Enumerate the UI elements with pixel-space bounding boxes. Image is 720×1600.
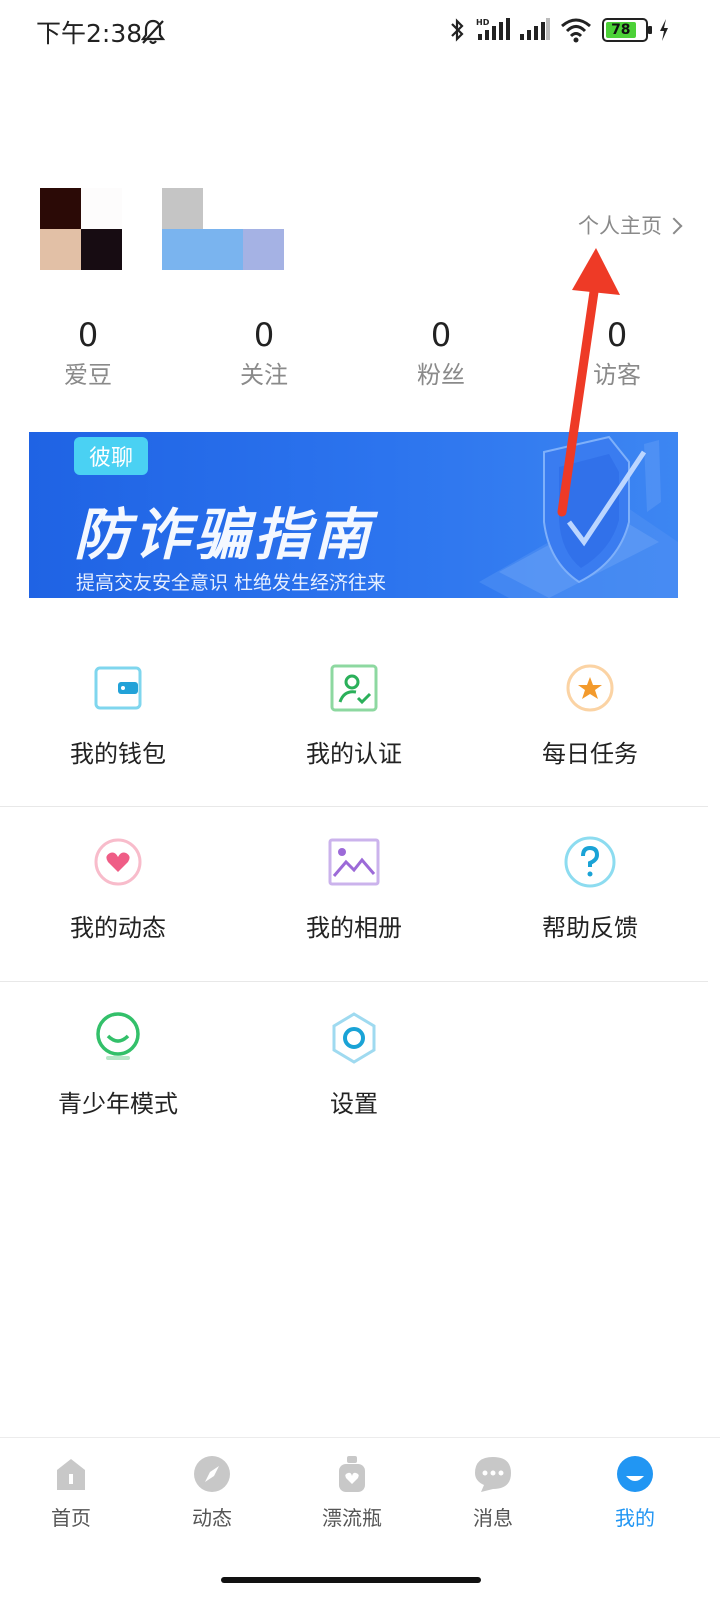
home-icon (57, 1459, 85, 1490)
stat-label: 关注 (240, 361, 288, 389)
help-icon (564, 836, 616, 888)
stat-label: 爱豆 (64, 361, 112, 389)
battery-level: 78 (606, 22, 636, 38)
status-icons: HD 78 (448, 16, 670, 44)
tab-label: 首页 (51, 1506, 91, 1530)
divider (0, 981, 708, 982)
charging-icon (660, 19, 668, 41)
menu-label: 我的动态 (70, 914, 166, 942)
stat-value: 0 (606, 316, 628, 354)
shield-illustration (479, 435, 678, 598)
stat-value: 0 (430, 316, 452, 354)
menu-label: 我的认证 (306, 740, 402, 768)
menu-item-wallet[interactable]: 我的钱包 (0, 660, 236, 769)
menu-label: 帮助反馈 (542, 914, 638, 942)
tab-messages[interactable]: 消息 (443, 1454, 543, 1531)
compass-icon (194, 1456, 230, 1492)
bottle-icon (339, 1456, 365, 1492)
menu-label: 青少年模式 (58, 1090, 178, 1118)
menu-item-help[interactable]: 帮助反馈 (472, 834, 708, 943)
homepage-link-label: 个人主页 (578, 214, 662, 238)
stat-following[interactable]: 0 关注 (204, 315, 324, 395)
homepage-link[interactable]: 个人主页 (578, 210, 683, 240)
anti-fraud-banner[interactable]: 彼聊 防诈骗指南 提高交友安全意识 杜绝发生经济往来 (29, 432, 678, 598)
menu-label: 每日任务 (542, 740, 638, 768)
stats-row: 0 爱豆 0 关注 0 粉丝 0 访客 (0, 315, 720, 395)
profile-icon (617, 1456, 653, 1492)
bottom-tab-bar: 首页 动态 漂流瓶 消息 我的 (0, 1437, 720, 1600)
signal-hd-icon: HD (476, 18, 510, 40)
stat-value: 0 (77, 316, 99, 354)
chevron-right-icon (665, 217, 683, 234)
menu-item-verify[interactable]: 我的认证 (236, 660, 472, 769)
tab-profile[interactable]: 我的 (585, 1454, 685, 1531)
tab-label: 漂流瓶 (322, 1506, 382, 1530)
stat-value: 0 (253, 316, 275, 354)
menu-item-my-posts[interactable]: 我的动态 (0, 834, 236, 943)
stat-idol[interactable]: 0 爱豆 (28, 315, 148, 395)
album-icon (328, 838, 380, 886)
youth-mode-icon (96, 1012, 140, 1060)
tab-bottle[interactable]: 漂流瓶 (302, 1454, 402, 1531)
menu-item-album[interactable]: 我的相册 (236, 834, 472, 943)
home-indicator[interactable] (221, 1577, 481, 1583)
signal-icon (520, 18, 550, 40)
tab-home[interactable]: 首页 (21, 1454, 121, 1531)
heart-icon (94, 838, 142, 886)
tab-label: 我的 (615, 1506, 655, 1530)
stat-fans[interactable]: 0 粉丝 (381, 315, 501, 395)
mute-icon (140, 19, 166, 45)
tab-label: 消息 (473, 1506, 513, 1530)
menu-label: 我的相册 (306, 914, 402, 942)
status-time: 下午2:38 (36, 19, 143, 48)
status-bar: 下午2:38 HD 78 (0, 0, 720, 66)
banner-title: 防诈骗指南 (74, 503, 374, 568)
verified-user-icon (330, 664, 378, 712)
battery-icon: 78 (602, 18, 652, 42)
menu-label: 设置 (330, 1090, 378, 1118)
menu-item-daily-task[interactable]: 每日任务 (472, 660, 708, 769)
banner-subtitle: 提高交友安全意识 杜绝发生经济往来 (76, 572, 387, 594)
menu-item-youth-mode[interactable]: 青少年模式 (0, 1010, 236, 1119)
menu-row: 我的钱包 我的认证 每日任务 (0, 660, 720, 834)
stat-visitors[interactable]: 0 访客 (557, 315, 677, 395)
banner-tag: 彼聊 (74, 437, 148, 475)
menu-row: 青少年模式 设置 (0, 1010, 720, 1184)
message-icon (475, 1457, 511, 1492)
menu-label: 我的钱包 (70, 740, 166, 768)
star-task-icon (566, 664, 614, 712)
stat-label: 粉丝 (417, 361, 465, 389)
divider (0, 806, 708, 807)
avatar[interactable] (40, 188, 122, 270)
wallet-icon (94, 666, 142, 710)
menu-item-settings[interactable]: 设置 (236, 1010, 472, 1119)
bluetooth-icon (451, 18, 464, 42)
wifi-icon (561, 18, 591, 43)
username-pixelated (162, 188, 324, 270)
tab-feed[interactable]: 动态 (162, 1454, 262, 1531)
stat-label: 访客 (593, 361, 641, 389)
svg-text:HD: HD (476, 18, 490, 27)
tab-label: 动态 (192, 1506, 232, 1530)
settings-icon (332, 1012, 376, 1064)
